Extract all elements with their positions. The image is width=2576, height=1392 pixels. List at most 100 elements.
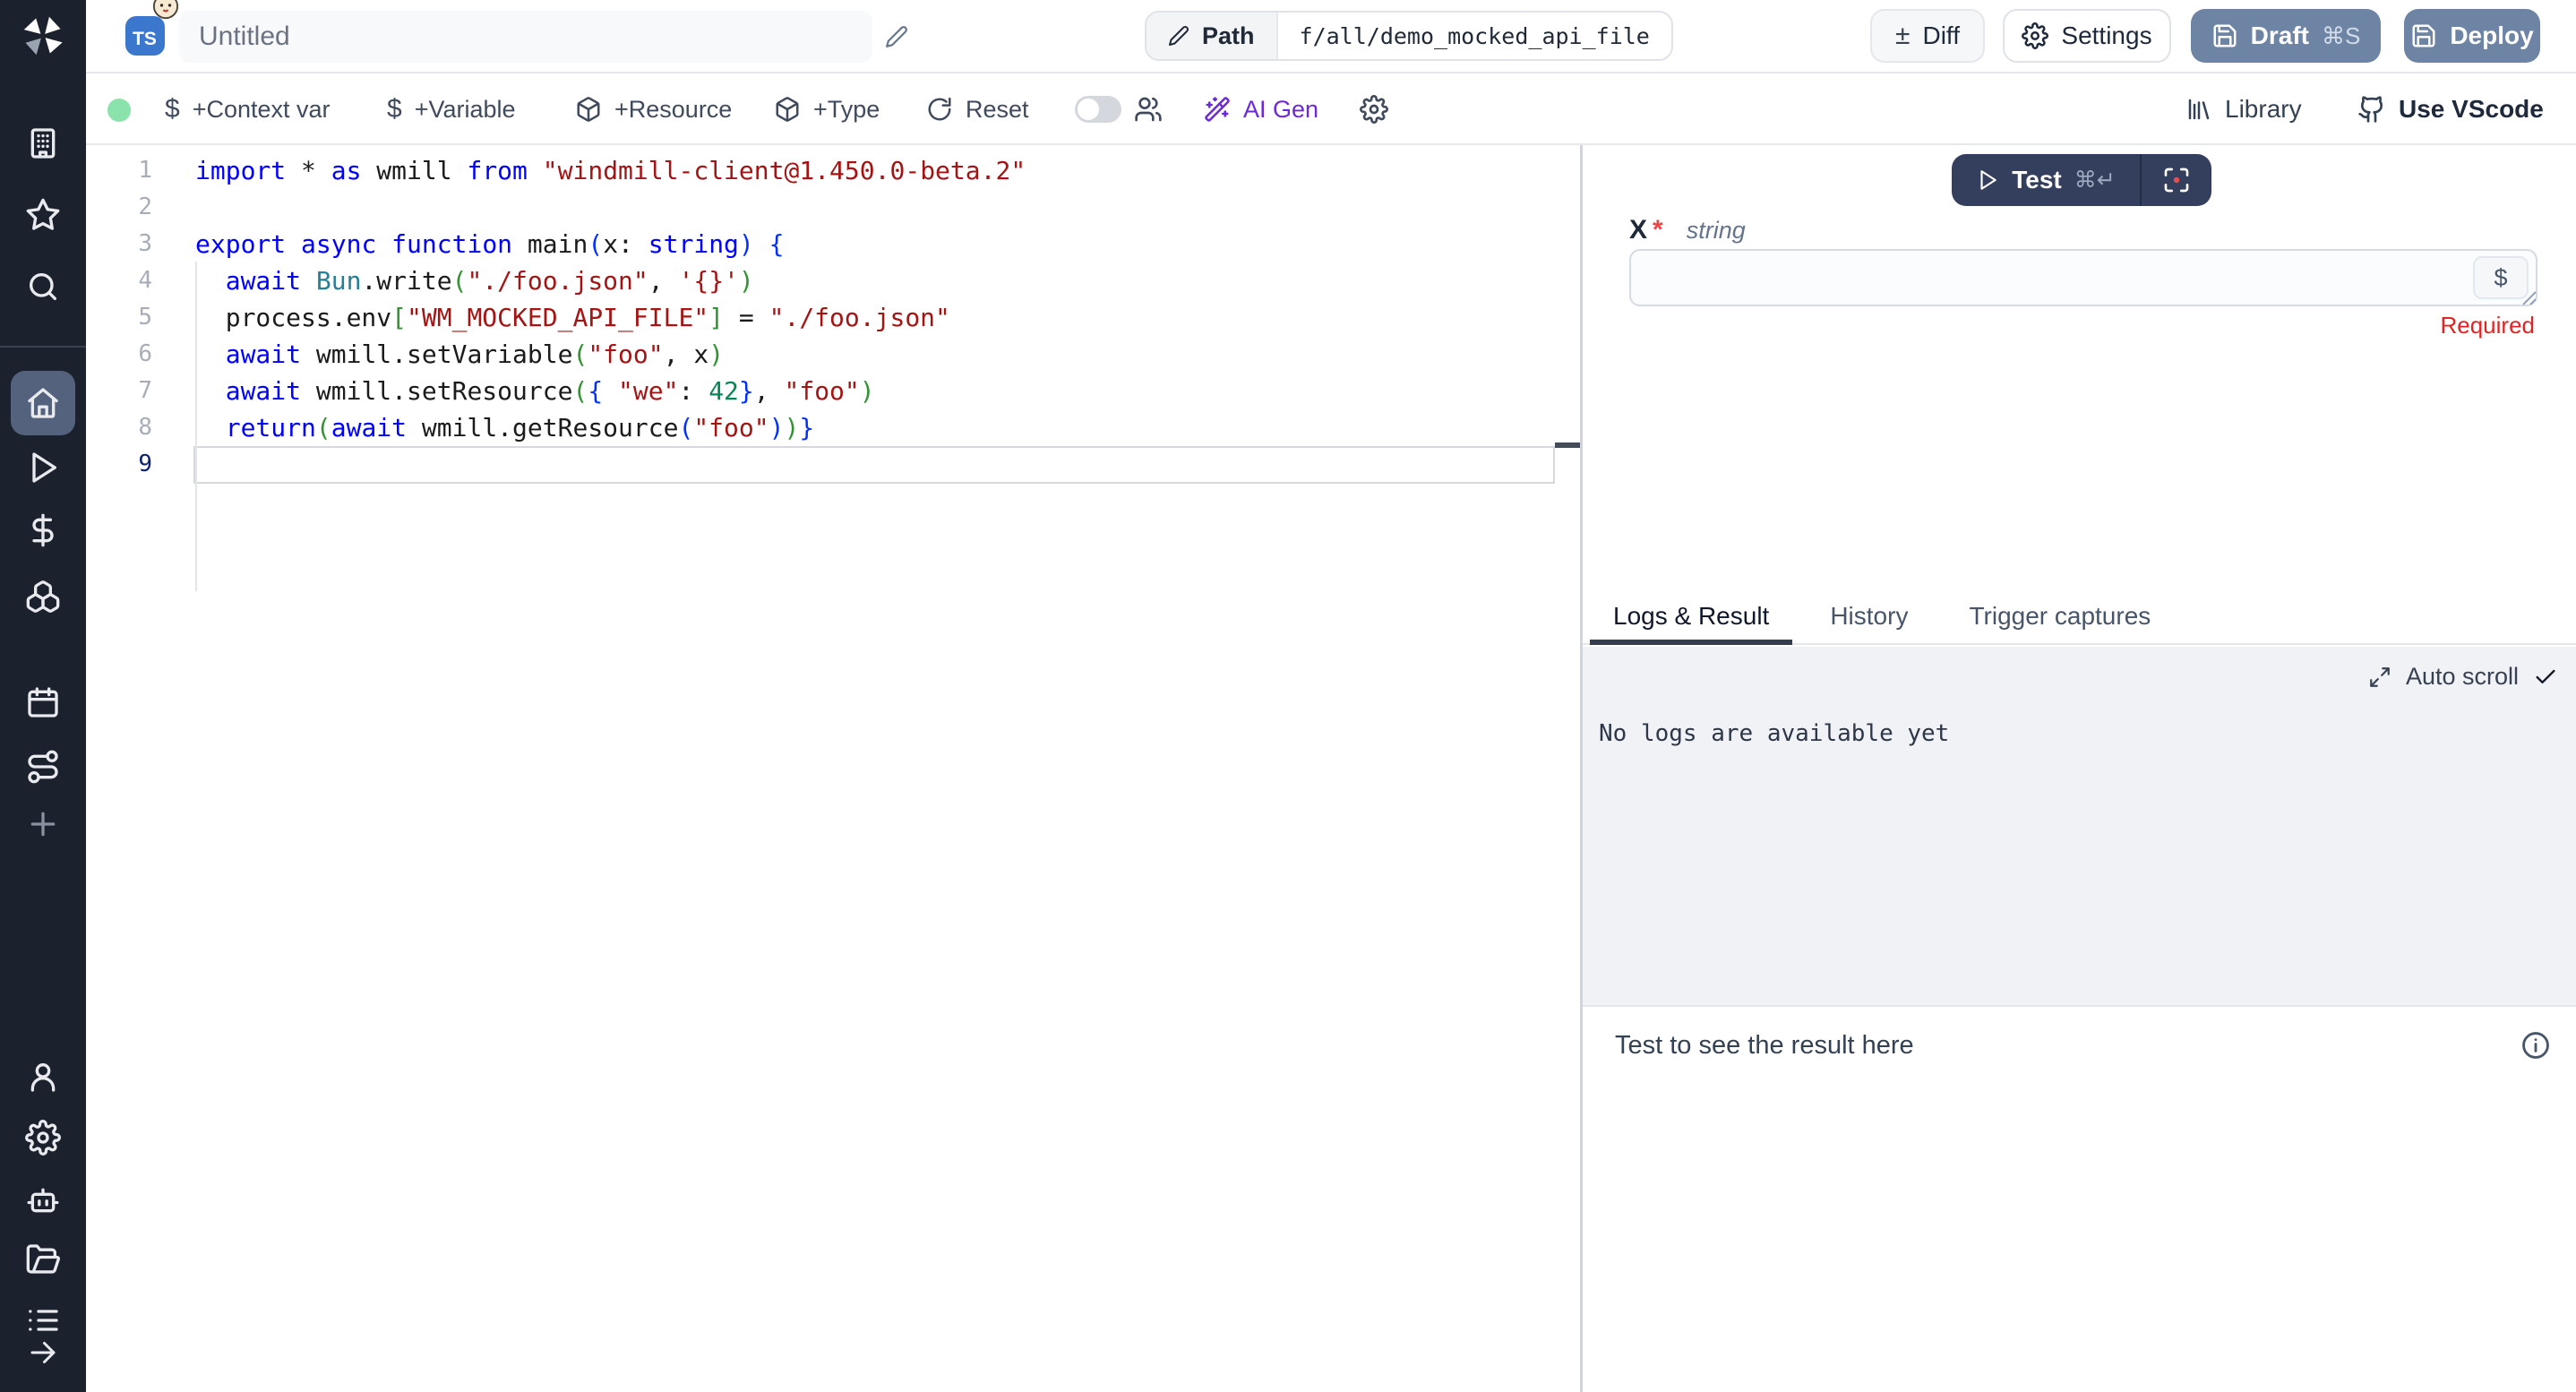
edit-title-pencil-icon[interactable] xyxy=(885,25,908,48)
schedules-calendar-icon[interactable] xyxy=(25,684,61,720)
home-icon xyxy=(25,385,61,421)
favorites-star-icon[interactable] xyxy=(25,197,61,233)
dollar-icon: $ xyxy=(165,94,180,125)
package-icon xyxy=(774,96,801,123)
play-icon xyxy=(1976,168,1999,192)
expand-icon xyxy=(2368,666,2391,689)
argument-row: X* string xyxy=(1629,215,1746,245)
test-split-button: Test ⌘↵ xyxy=(1952,154,2211,206)
toggle-switch[interactable] xyxy=(1075,96,1121,123)
argument-input[interactable]: $ xyxy=(1629,249,2537,306)
add-resource-label: +Resource xyxy=(614,96,732,124)
capture-test-button[interactable] xyxy=(2142,154,2211,206)
auto-scroll-label: Auto scroll xyxy=(2406,663,2519,691)
add-variable-button[interactable]: $ +Variable xyxy=(387,73,516,145)
settings-gear-icon xyxy=(2022,22,2048,49)
info-icon[interactable] xyxy=(2520,1030,2551,1061)
path-label-segment: Path xyxy=(1146,13,1278,59)
edit-path-pencil-icon xyxy=(1168,25,1189,47)
left-sidebar xyxy=(0,0,86,1392)
draft-button[interactable]: Draft ⌘S xyxy=(2191,9,2381,63)
library-label: Library xyxy=(2225,95,2302,124)
tab-trigger-captures[interactable]: Trigger captures xyxy=(1945,589,2174,643)
code-line-9 xyxy=(195,446,1026,483)
code-line-7: await wmill.setResource({ "we": 42}, "fo… xyxy=(195,373,1026,409)
add-resource-button[interactable]: +Resource xyxy=(575,73,732,145)
library-icon xyxy=(2185,96,2212,123)
routes-icon[interactable] xyxy=(25,749,61,785)
tab-logs-result[interactable]: Logs & Result xyxy=(1590,589,1792,643)
collapse-arrow-icon[interactable] xyxy=(27,1336,59,1369)
add-type-button[interactable]: +Type xyxy=(774,73,880,145)
diff-button[interactable]: ± Diff xyxy=(1870,9,1985,63)
settings-gear-icon[interactable] xyxy=(25,1120,61,1156)
line-number-gutter: 123456789 xyxy=(86,152,152,483)
deploy-label: Deploy xyxy=(2450,21,2533,50)
deploy-button[interactable]: Deploy xyxy=(2404,9,2540,63)
resources-boxes-icon[interactable] xyxy=(25,579,61,614)
argument-name: X xyxy=(1629,215,1647,245)
settings-button[interactable]: Settings xyxy=(2003,9,2171,63)
editor-settings-gear-icon[interactable] xyxy=(1360,95,1388,124)
test-label: Test xyxy=(2012,166,2062,194)
variables-dollar-icon[interactable] xyxy=(25,512,61,548)
search-icon[interactable] xyxy=(25,269,61,305)
test-shortcut: ⌘↵ xyxy=(2074,167,2116,193)
sidebar-item-home-active[interactable] xyxy=(11,371,75,435)
language-badge-ts: TS xyxy=(125,16,165,56)
insert-variable-dollar-button[interactable]: $ xyxy=(2473,256,2529,299)
dollar-icon: $ xyxy=(387,94,402,125)
code-editor[interactable]: 123456789 import * as wmill from "windmi… xyxy=(86,145,1580,1392)
package-icon xyxy=(575,96,602,123)
result-pane: Test to see the result here xyxy=(1615,1030,2551,1061)
beta-emoji-badge xyxy=(152,0,179,20)
script-title[interactable]: Untitled xyxy=(179,11,872,63)
ai-gen-label: AI Gen xyxy=(1243,96,1318,124)
user-icon[interactable] xyxy=(25,1059,61,1095)
diff-mode-toggle[interactable] xyxy=(1075,73,1163,145)
argument-type: string xyxy=(1687,217,1746,245)
run-panel: Test ⌘↵ X* string $ Required Logs & Resu… xyxy=(1580,145,2576,1392)
auto-scroll-control[interactable]: Auto scroll xyxy=(2368,663,2558,691)
code-line-6: await wmill.setVariable("foo", x) xyxy=(195,336,1026,373)
checkmark-icon xyxy=(2533,665,2558,690)
logs-empty-message: No logs are available yet xyxy=(1599,720,1949,747)
workers-robot-icon[interactable] xyxy=(25,1182,61,1218)
users-icon xyxy=(1134,95,1163,124)
use-vscode-label: Use VScode xyxy=(2399,95,2544,124)
windmill-logo[interactable] xyxy=(20,13,66,59)
library-button[interactable]: Library xyxy=(2185,73,2302,145)
tab-history[interactable]: History xyxy=(1807,589,1931,643)
resize-handle-icon[interactable] xyxy=(2521,290,2537,306)
path-pill[interactable]: Path f/all/demo_mocked_api_file xyxy=(1145,11,1673,61)
code-lines[interactable]: import * as wmill from "windmill-client@… xyxy=(195,152,1026,483)
ai-gen-button[interactable]: AI Gen xyxy=(1204,73,1318,145)
save-icon xyxy=(2410,22,2437,49)
audit-list-icon[interactable] xyxy=(25,1302,61,1338)
script-title-text: Untitled xyxy=(199,21,290,52)
windmill-script-editor: TS Untitled Path f/all/demo_mocked_api_f… xyxy=(0,0,2576,1392)
toggle-knob xyxy=(1078,99,1099,120)
path-value[interactable]: f/all/demo_mocked_api_file xyxy=(1278,13,1671,59)
overview-ruler-cursor-mark xyxy=(1555,443,1580,448)
folders-icon[interactable] xyxy=(25,1242,61,1277)
magic-wand-icon xyxy=(1204,96,1231,123)
use-vscode-button[interactable]: Use VScode xyxy=(2357,73,2544,145)
reset-refresh-icon xyxy=(926,96,953,123)
code-line-3: export async function main(x: string) { xyxy=(195,226,1026,262)
save-icon xyxy=(2211,22,2238,49)
test-button[interactable]: Test ⌘↵ xyxy=(1952,154,2142,206)
required-hint: Required xyxy=(2440,312,2535,339)
add-plus-icon[interactable] xyxy=(25,806,61,842)
runs-play-icon[interactable] xyxy=(25,450,61,485)
status-dot xyxy=(107,99,131,122)
add-context-var-button[interactable]: $ +Context var xyxy=(165,73,331,145)
required-asterisk: * xyxy=(1653,215,1663,245)
editor-toolbar: $ +Context var $ +Variable +Resource +Ty… xyxy=(86,73,2576,145)
draft-label: Draft xyxy=(2251,21,2309,50)
diff-icon: ± xyxy=(1895,21,1910,51)
reset-button[interactable]: Reset xyxy=(926,73,1029,145)
add-variable-label: +Variable xyxy=(415,96,516,124)
top-bar: TS Untitled Path f/all/demo_mocked_api_f… xyxy=(86,0,2576,73)
workspace-building-icon[interactable] xyxy=(25,125,61,161)
